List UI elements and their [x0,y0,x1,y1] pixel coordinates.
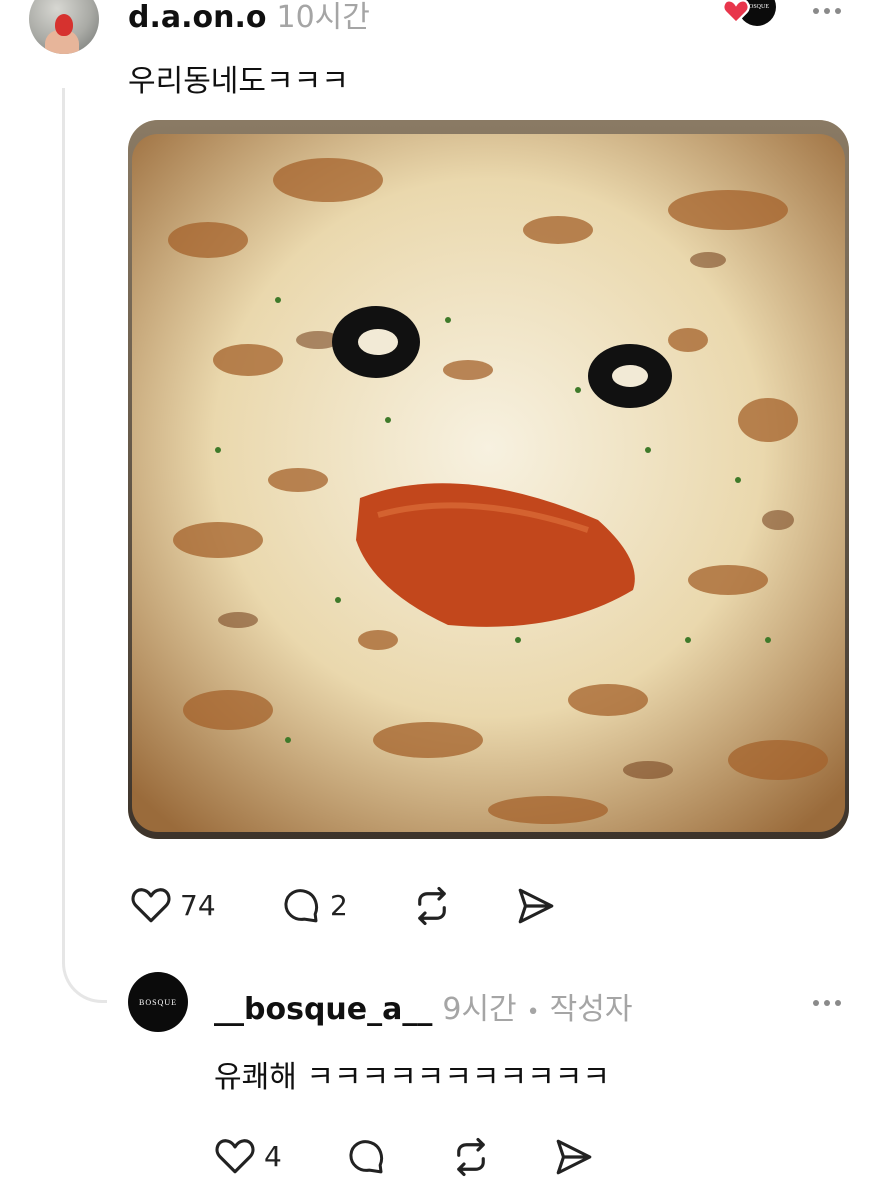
like-button[interactable]: 74 [130,885,216,925]
share-button[interactable] [552,1136,596,1178]
repost-button[interactable] [410,885,454,927]
comment-header: d.a.on.o 10시간 [128,0,370,36]
share-icon [556,1139,592,1175]
more-icon[interactable] [813,1000,841,1006]
comment-text: 우리동네도ㅋㅋㅋ [128,64,349,99]
avatar[interactable] [29,0,99,54]
reply-header: __bosque_a__ 9시간 • 작성자 [214,984,632,1028]
repost-button[interactable] [449,1136,493,1178]
reply-text: 유쾌해 ㅋㅋㅋㅋㅋㅋㅋㅋㅋㅋㅋ [214,1060,610,1095]
author-badge: 작성자 [549,992,633,1027]
reply-button[interactable] [345,1136,387,1176]
pizza-photo[interactable] [128,120,849,839]
reply-button[interactable]: 2 [280,885,348,925]
reply-count: 2 [330,888,348,922]
username[interactable]: d.a.on.o [128,0,267,35]
timestamp: 10시간 [276,0,370,35]
olive-right [588,344,672,408]
share-button[interactable] [514,885,558,927]
repost-icon [418,886,446,926]
liked-by-author-badge: BOSQUE [722,0,782,38]
olive-left [332,306,420,378]
heart-icon [131,888,171,923]
strawberry-shape [55,14,73,36]
like-count: 74 [180,888,216,922]
heart-icon [215,1139,255,1174]
thread-line [62,88,107,1003]
heart-icon [722,0,750,24]
repost-icon [457,1137,485,1177]
pizza-image [128,120,849,839]
share-icon [518,888,554,924]
like-button[interactable]: 4 [214,1136,282,1176]
like-count: 4 [264,1139,282,1173]
separator: • [526,1000,540,1025]
username[interactable]: __bosque_a__ [214,992,432,1027]
comment-icon [349,1140,384,1174]
avatar-logo-text: BOSQUE [138,997,177,1007]
more-icon[interactable] [813,8,841,14]
timestamp: 9시간 [442,992,517,1027]
comment-icon [284,889,319,923]
avatar[interactable]: BOSQUE [128,972,188,1032]
